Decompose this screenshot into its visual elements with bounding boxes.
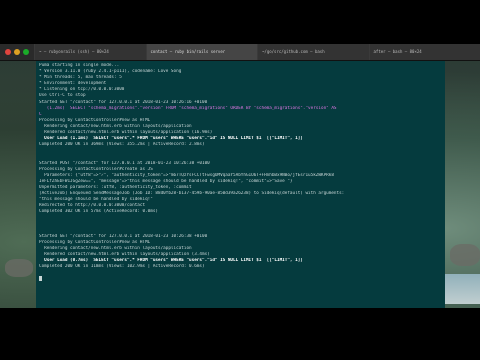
text-cursor	[39, 276, 42, 282]
prompt-line[interactable]	[39, 276, 442, 282]
zoom-window-button[interactable]	[23, 49, 29, 55]
close-window-button[interactable]	[5, 49, 11, 55]
terminal-output[interactable]: Puma starting in single mode... * Version…	[36, 61, 445, 308]
tab-after[interactable]: after — bash — 80×24	[368, 44, 480, 60]
tab-ssh[interactable]: ~ — rubyonrails (ssh) — 80×24	[34, 44, 146, 60]
minimize-window-button[interactable]	[14, 49, 20, 55]
window-controls	[0, 44, 34, 60]
terminal-tab-bar: ~ — rubyonrails (ssh) — 80×24 contact — …	[0, 44, 480, 61]
letterbox-bottom	[0, 308, 480, 360]
letterbox-top	[0, 0, 480, 44]
wallpaper-rock	[5, 259, 33, 277]
tab-rails-server[interactable]: contact — ruby bin/rails server	[145, 44, 257, 60]
wallpaper-water	[440, 274, 480, 304]
tab-bash[interactable]: ~/go/src/github.com — bash	[257, 44, 369, 60]
wallpaper-rock	[450, 244, 480, 266]
